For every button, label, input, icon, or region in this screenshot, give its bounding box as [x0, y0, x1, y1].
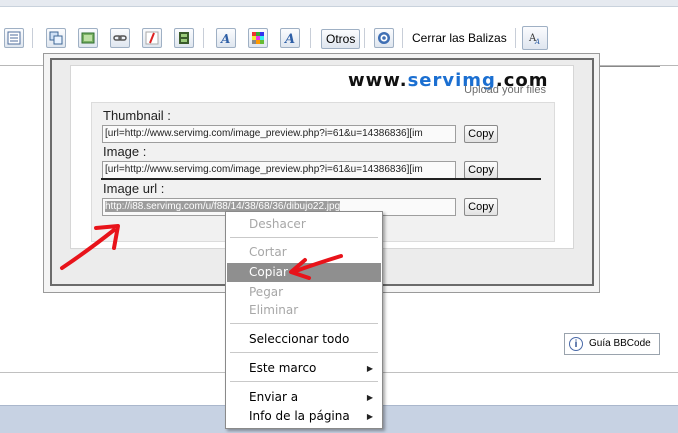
red-arrow-annotation: [289, 254, 343, 280]
menu-item-info-pagina[interactable]: Info de la página ▶: [227, 407, 381, 426]
svg-text:A: A: [283, 32, 295, 45]
menu-item-deshacer[interactable]: Deshacer: [227, 215, 381, 234]
help-icon[interactable]: [374, 28, 394, 48]
font-icon[interactable]: A: [280, 28, 300, 48]
submenu-arrow-icon: ▶: [366, 412, 373, 421]
svg-text:A: A: [534, 38, 540, 45]
menu-item-seleccionar-todo[interactable]: Seleccionar todo: [227, 330, 381, 349]
guia-bbcode-button[interactable]: i Guía BBCode: [564, 333, 660, 355]
red-arrow-annotation: [60, 224, 120, 270]
copy-image-icon[interactable]: [46, 28, 66, 48]
image-icon[interactable]: [78, 28, 98, 48]
font-style-icon[interactable]: AA: [522, 26, 548, 50]
cerrar-balizas-button[interactable]: Cerrar las Balizas: [412, 29, 507, 49]
menu-item-este-marco[interactable]: Este marco ▶: [227, 359, 381, 378]
toolbar-separator: [364, 28, 365, 48]
menu-item-pegar[interactable]: Pegar: [227, 283, 381, 302]
menu-item-label: Este marco: [249, 361, 317, 375]
thumbnail-label: Thumbnail :: [103, 108, 171, 123]
toolbar-separator: [310, 28, 311, 48]
thumbnail-input[interactable]: [url=http://www.servimg.com/image_previe…: [102, 125, 456, 143]
menu-separator: [230, 237, 378, 238]
logo-subtitle: Upload your files: [464, 84, 546, 96]
toolbar-separator: [203, 28, 204, 48]
submenu-arrow-icon: ▶: [366, 393, 373, 402]
guia-bbcode-label: Guía BBCode: [589, 338, 651, 349]
divider: [101, 178, 541, 180]
flash-icon[interactable]: [142, 28, 162, 48]
svg-text:A: A: [220, 32, 230, 45]
font-size-icon[interactable]: A: [216, 28, 236, 48]
copy-image-url-button[interactable]: Copy: [464, 198, 498, 216]
servimg-logo: www.servimg.com Upload your files: [348, 70, 548, 98]
menu-separator: [230, 381, 378, 382]
top-border: [0, 0, 678, 7]
color-palette-icon[interactable]: [248, 28, 268, 48]
submenu-arrow-icon: ▶: [366, 364, 373, 373]
image-url-label: Image url :: [103, 181, 165, 196]
editor-border: [600, 66, 660, 67]
image-label: Image :: [103, 144, 147, 159]
info-icon: i: [569, 337, 583, 351]
menu-separator: [230, 352, 378, 353]
menu-item-enviar-a[interactable]: Enviar a ▶: [227, 388, 381, 407]
film-icon[interactable]: [174, 28, 194, 48]
menu-item-label: Enviar a: [249, 390, 299, 404]
context-menu: Deshacer Cortar Copiar Pegar Eliminar Se…: [225, 211, 383, 429]
list-icon[interactable]: [4, 28, 24, 48]
toolbar-separator: [32, 28, 33, 48]
toolbar-separator: [515, 28, 516, 48]
otros-button[interactable]: Otros: [321, 29, 361, 49]
toolbar-separator: [402, 28, 403, 48]
copy-image-button[interactable]: Copy: [464, 161, 498, 179]
link-icon[interactable]: [110, 28, 130, 48]
logo-www: www.: [348, 70, 408, 91]
editor-toolbar: A A Otros Cerrar las Balizas AA: [0, 24, 678, 54]
image-input[interactable]: [url=http://www.servimg.com/image_previe…: [102, 161, 456, 179]
menu-separator: [230, 323, 378, 324]
menu-item-label: Info de la página: [249, 409, 350, 423]
copy-thumbnail-button[interactable]: Copy: [464, 125, 498, 143]
menu-item-eliminar[interactable]: Eliminar: [227, 301, 381, 320]
